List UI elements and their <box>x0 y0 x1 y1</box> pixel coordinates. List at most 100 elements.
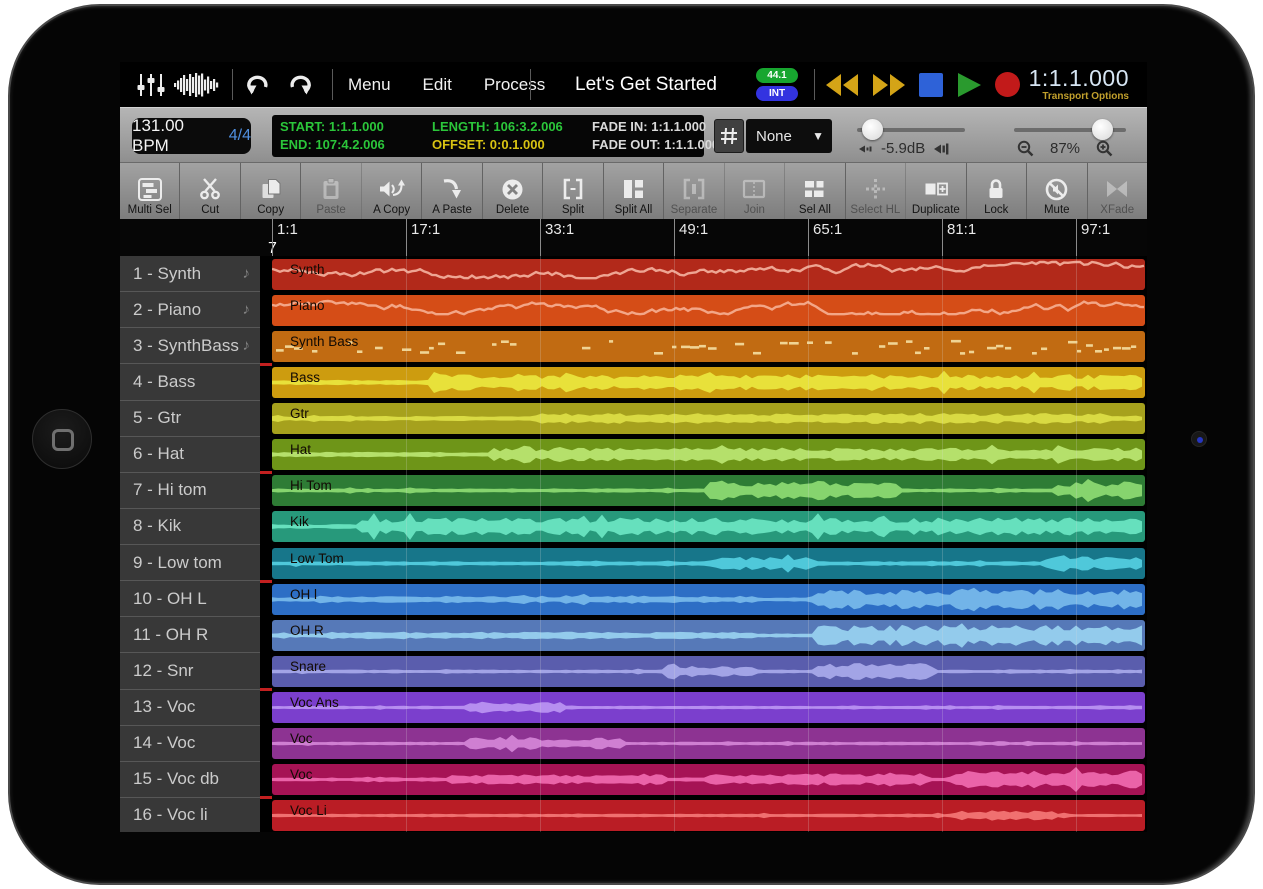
region-label: Voc Ans <box>290 695 339 710</box>
menu-item-edit[interactable]: Edit <box>423 75 452 95</box>
menu-item-process[interactable]: Process <box>484 75 545 95</box>
audio-region[interactable]: Voc Ans <box>272 692 1145 723</box>
grid-snap-button[interactable] <box>714 119 744 153</box>
audio-region[interactable]: Synth <box>272 259 1145 290</box>
track-row[interactable]: 8 - Kik <box>120 509 260 545</box>
split-all-button[interactable]: Split All <box>604 163 664 219</box>
play-button[interactable] <box>955 71 983 99</box>
transport-options-button[interactable]: Transport Options <box>1029 91 1129 103</box>
split-button[interactable]: Split <box>543 163 603 219</box>
ruler-tick <box>406 219 407 256</box>
grid-value-dropdown[interactable]: None ▼ <box>746 119 832 153</box>
audio-region[interactable]: OH l <box>272 584 1145 615</box>
zoom-slider[interactable] <box>1014 128 1126 132</box>
track-row[interactable]: 14 - Voc <box>120 726 260 762</box>
undo-button[interactable] <box>244 62 270 107</box>
mute-button[interactable]: Mute <box>1027 163 1087 219</box>
track-name: 10 - OH L <box>133 589 207 609</box>
mixer-view-button[interactable] <box>136 62 166 107</box>
track-row[interactable]: 9 - Low tom <box>120 545 260 581</box>
record-button[interactable] <box>994 71 1021 98</box>
track-row[interactable]: 3 - SynthBass♪ <box>120 328 260 364</box>
audio-region[interactable]: Synth Bass <box>272 331 1145 362</box>
audio-region[interactable]: Kik <box>272 511 1145 542</box>
duplicate-button[interactable]: Duplicate <box>906 163 966 219</box>
time-display[interactable]: 1:1.1.000 <box>1029 66 1129 91</box>
track-lane: Synth <box>272 256 1147 292</box>
split-all-icon <box>621 174 646 204</box>
audio-region[interactable]: OH R <box>272 620 1145 651</box>
toolbar-button-label: Copy <box>257 204 284 216</box>
zoom-in-icon[interactable] <box>1096 141 1113 157</box>
delete-button[interactable]: Delete <box>483 163 543 219</box>
separate-button[interactable]: Separate <box>664 163 724 219</box>
multi-sel-button[interactable]: Multi Sel <box>120 163 180 219</box>
home-button[interactable] <box>32 409 92 469</box>
track-row[interactable]: 13 - Voc <box>120 690 260 726</box>
track-row[interactable]: 7 - Hi tom <box>120 473 260 509</box>
redo-button[interactable] <box>288 62 314 107</box>
region-gain-slider[interactable] <box>857 128 965 132</box>
a-copy-icon <box>378 174 406 204</box>
timeline-ruler[interactable]: 7 1:117:133:149:165:181:197:1 <box>120 219 1147 256</box>
audio-region[interactable]: Voc Li <box>272 800 1145 831</box>
toolbar-button-label: Duplicate <box>912 204 960 216</box>
track-row[interactable]: 1 - Synth♪ <box>120 256 260 292</box>
track-row[interactable]: 5 - Gtr <box>120 401 260 437</box>
editor-view-button[interactable] <box>174 62 220 107</box>
region-waveform <box>272 439 1145 470</box>
menu-item-menu[interactable]: Menu <box>348 75 391 95</box>
stop-button[interactable] <box>918 72 944 98</box>
region-label: Gtr <box>290 406 309 421</box>
fast-forward-button[interactable] <box>871 72 907 98</box>
track-row[interactable]: 12 - Snr <box>120 653 260 689</box>
audio-region[interactable]: Hat <box>272 439 1145 470</box>
track-row[interactable]: 6 - Hat <box>120 437 260 473</box>
audio-region[interactable]: Voc <box>272 764 1145 795</box>
audio-region[interactable]: Snare <box>272 656 1145 687</box>
select-hl-button[interactable]: Select HL <box>846 163 906 219</box>
xfade-button[interactable]: XFade <box>1088 163 1147 219</box>
front-camera <box>1191 431 1207 447</box>
select-hl-icon <box>863 174 888 204</box>
zoom-out-icon[interactable] <box>1017 141 1034 157</box>
audio-region[interactable]: Voc <box>272 728 1145 759</box>
info-field-start: START: 1:1.1.000 <box>280 118 432 136</box>
track-name: 3 - SynthBass <box>133 336 239 356</box>
region-waveform <box>272 620 1145 651</box>
track-row[interactable]: 2 - Piano♪ <box>120 292 260 328</box>
zoom-slider-thumb[interactable] <box>1092 119 1113 140</box>
audio-region[interactable]: Gtr <box>272 403 1145 434</box>
track-name: 12 - Snr <box>133 661 193 681</box>
paste-button[interactable]: Paste <box>301 163 361 219</box>
audio-region[interactable]: Hi Tom <box>272 475 1145 506</box>
ruler-label: 49:1 <box>679 221 708 238</box>
track-lane: Hat <box>272 437 1147 473</box>
separator <box>232 69 233 100</box>
copy-button[interactable]: Copy <box>241 163 301 219</box>
track-lane: Low Tom <box>272 545 1147 581</box>
track-row[interactable]: 10 - OH L <box>120 581 260 617</box>
a-copy-button[interactable]: A Copy <box>362 163 422 219</box>
a-paste-button[interactable]: A Paste <box>422 163 482 219</box>
menu-group: Menu Edit Process <box>348 62 545 107</box>
region-gain-slider-thumb[interactable] <box>862 119 883 140</box>
audio-region[interactable]: Piano <box>272 295 1145 326</box>
audio-region[interactable]: Bass <box>272 367 1145 398</box>
region-waveform <box>272 331 1145 362</box>
join-button[interactable]: Join <box>725 163 785 219</box>
audio-region[interactable]: Low Tom <box>272 548 1145 579</box>
region-label: Synth <box>290 262 325 277</box>
rewind-button[interactable] <box>824 72 860 98</box>
track-row[interactable]: 11 - OH R <box>120 617 260 653</box>
lock-button[interactable]: Lock <box>967 163 1027 219</box>
bpm-button[interactable]: 131.00 BPM 4/4 <box>132 118 251 154</box>
cut-button[interactable]: Cut <box>180 163 240 219</box>
track-row[interactable]: 4 - Bass <box>120 364 260 400</box>
track-row[interactable]: 16 - Voc li <box>120 798 260 832</box>
track-row[interactable]: 15 - Voc db <box>120 762 260 798</box>
track-lanes: Synth Piano Synth Bass Bass Gtr Hat Hi Tom Kik L… <box>272 256 1147 832</box>
zoom-caption: 87% <box>1017 140 1113 157</box>
time-block: 1:1.1.000 Transport Options <box>1029 66 1129 103</box>
sel-all-button[interactable]: Sel All <box>785 163 845 219</box>
